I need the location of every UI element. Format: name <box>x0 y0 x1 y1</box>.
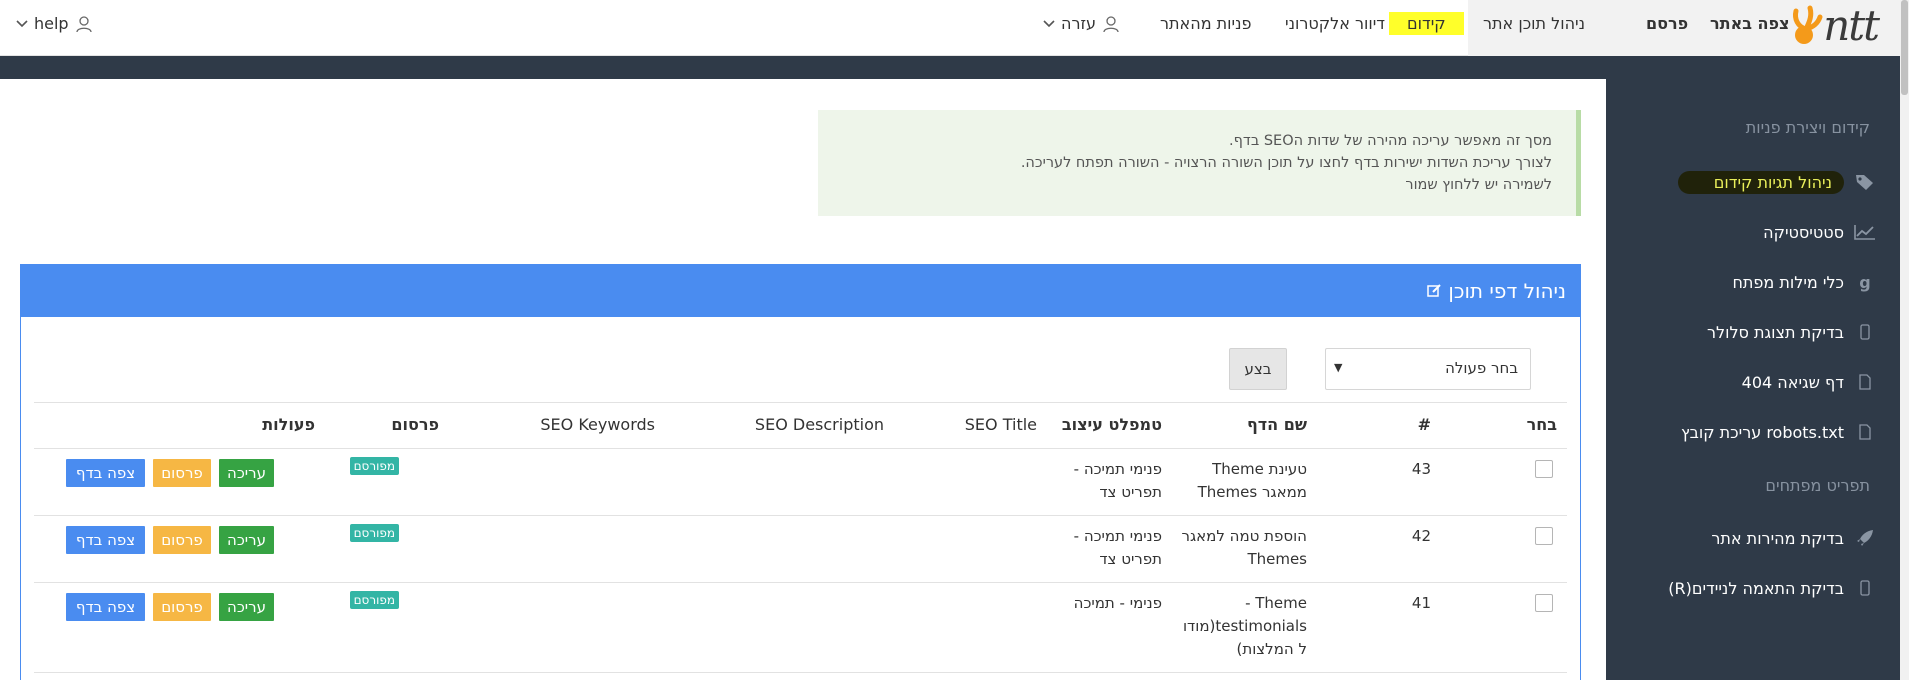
google-icon: g <box>1859 272 1871 292</box>
header-select: בחר <box>1526 415 1557 434</box>
sidebar-item-label: דף שגיאה 404 <box>1741 372 1844 392</box>
table-header-row: בחר # שם הדף טמפלט עיצוב SEO Title SEO D… <box>34 403 1567 449</box>
header-seo-description: SEO Description <box>754 415 884 434</box>
logo-hand-icon <box>1788 5 1824 53</box>
header-template: טמפלט עיצוב <box>1061 415 1162 434</box>
publish-button[interactable]: פרסום <box>153 593 211 621</box>
row-page-name[interactable]: Theme - testimonials(מודו ל המלצות) <box>1183 592 1307 661</box>
view-page-button[interactable]: צפה בדף <box>66 459 145 487</box>
publish-link[interactable]: פרסם <box>1646 14 1688 33</box>
row-checkbox[interactable] <box>1535 594 1553 612</box>
execute-button[interactable]: בצע <box>1229 348 1287 390</box>
panel-title-text: ניהול דפי תוכן <box>1448 279 1566 303</box>
sidebar-item-label: בדיקת תצוגת סלולר <box>1706 322 1844 342</box>
panel-title: ניהול דפי תוכן <box>1427 279 1566 303</box>
edit-button[interactable]: עריכה <box>219 526 274 554</box>
sidebar-item-label: כלי מילות מפתח <box>1732 272 1844 292</box>
alert-line: לשמירה יש ללחוץ שמור <box>1405 177 1552 193</box>
file-icon <box>1854 374 1876 390</box>
bulk-action-select[interactable]: בחר פעולה ▼ <box>1325 348 1531 390</box>
sidebar-section-developers: תפריט מפתחים <box>1765 476 1870 495</box>
mobile-icon <box>1854 324 1876 340</box>
select-value: בחר פעולה <box>1445 359 1518 377</box>
mobile-icon <box>1854 580 1876 596</box>
row-checkbox[interactable] <box>1535 460 1553 478</box>
sidebar-item-robots[interactable]: עריכת קובץ robots.txt <box>1606 412 1876 452</box>
view-page-button[interactable]: צפה בדף <box>66 593 145 621</box>
help-he-label: עזרה <box>1061 14 1097 33</box>
row-template[interactable]: פנימי - תמיכה <box>1074 592 1162 615</box>
chart-line-icon <box>1854 224 1876 240</box>
content-pages-table: בחר # שם הדף טמפלט עיצוב SEO Title SEO D… <box>34 402 1567 673</box>
published-badge: מפורסם <box>349 457 399 475</box>
sidebar-item-speed-test[interactable]: בדיקת מהירות אתר <box>1606 518 1876 558</box>
header-publish: פרסום <box>391 415 439 434</box>
row-template[interactable]: פנימי תמיכה - תפריט צד <box>1074 458 1162 504</box>
row-checkbox[interactable] <box>1535 527 1553 545</box>
nav-inquiries[interactable]: פניות מהאתר <box>1160 14 1252 33</box>
scrollbar-thumb[interactable] <box>1901 0 1908 95</box>
table-row[interactable]: 41 Theme - testimonials(מודו ל המלצות) פני… <box>34 583 1567 673</box>
sidebar-item-mobile-friendly[interactable]: (R)בדיקת התאמה לניידים <box>1606 568 1876 608</box>
sidebar-item-label: עריכת קובץ robots.txt <box>1680 422 1844 442</box>
rocket-icon <box>1854 529 1876 547</box>
info-alert: מסך זה מאפשר עריכה מהירה של שדות הSEO בד… <box>818 110 1581 216</box>
sidebar-item-keyword-tools[interactable]: g כלי מילות מפתח <box>1606 262 1876 302</box>
row-id: 43 <box>1411 460 1431 478</box>
chevron-down-icon <box>16 19 28 28</box>
logo-area: פרסם צפה באתר ntt <box>1606 0 1900 56</box>
view-page-button[interactable]: צפה בדף <box>66 526 145 554</box>
help-en-menu[interactable]: help <box>16 14 93 33</box>
user-icon <box>1102 15 1120 33</box>
content-pages-panel: ניהול דפי תוכן בחר פעולה ▼ בצע בחר # שם … <box>20 264 1581 680</box>
sidebar-item-label: ניהול תגיות קידום <box>1677 170 1844 194</box>
nav-promotion[interactable]: קידום <box>1389 12 1464 35</box>
sidebar-item-label: בדיקת מהירות אתר <box>1711 528 1844 548</box>
sidebar-item-404-page[interactable]: דף שגיאה 404 <box>1606 362 1876 402</box>
row-page-name[interactable]: טעינת Theme ממאגר Themes <box>1198 458 1307 504</box>
publish-button[interactable]: פרסום <box>153 459 211 487</box>
published-badge: מפורסם <box>349 591 399 609</box>
alert-line: לצורך עריכת השדות ישירות בדף לחצו על תוכ… <box>1020 155 1552 171</box>
table-row[interactable]: 42 הוספת טמה למאגר Themes פנימי תמיכה - תפ… <box>34 516 1567 583</box>
sidebar: קידום ויצירת פניות ניהול תגיות קידום סטט… <box>1606 56 1900 680</box>
row-template[interactable]: פנימי תמיכה - תפריט צד <box>1074 525 1162 571</box>
top-dark-strip <box>0 56 1606 79</box>
sidebar-item-promotion-tags[interactable]: ניהול תגיות קידום <box>1606 162 1876 202</box>
publish-button[interactable]: פרסום <box>153 526 211 554</box>
header-seo-title: SEO Title <box>964 415 1037 434</box>
table-row[interactable]: 43 טעינת Theme ממאגר Themes פנימי תמיכה -… <box>34 449 1567 516</box>
sidebar-item-statistics[interactable]: סטטיסטיקה <box>1606 212 1876 252</box>
published-badge: מפורסם <box>349 524 399 542</box>
help-en-label: help <box>34 14 69 33</box>
alert-line: מסך זה מאפשר עריכה מהירה של שדות הSEO בד… <box>1229 133 1552 149</box>
header-seo-keywords: SEO Keywords <box>540 415 655 434</box>
tag-icon <box>1854 173 1876 191</box>
help-he-menu[interactable]: עזרה <box>1043 14 1120 33</box>
edit-icon <box>1427 279 1442 303</box>
sidebar-item-mobile-view[interactable]: בדיקת תצוגת סלולר <box>1606 312 1876 352</box>
edit-button[interactable]: עריכה <box>219 593 274 621</box>
edit-button[interactable]: עריכה <box>219 459 274 487</box>
sidebar-item-label: סטטיסטיקה <box>1763 222 1844 242</box>
view-site-link[interactable]: צפה באתר <box>1710 14 1790 33</box>
logo-text: ntt <box>1823 1 1880 50</box>
logo[interactable]: ntt <box>1788 1 1880 53</box>
user-icon <box>75 15 93 33</box>
header-number: # <box>1417 415 1431 434</box>
chevron-down-icon <box>1043 19 1055 28</box>
vertical-scrollbar[interactable] <box>1900 0 1909 680</box>
header-page-name: שם הדף <box>1246 415 1307 434</box>
row-id: 41 <box>1411 594 1431 612</box>
sidebar-section-promotion: קידום ויצירת פניות <box>1745 118 1870 137</box>
sidebar-item-label: (R)בדיקת התאמה לניידים <box>1668 578 1844 598</box>
nav-content-management[interactable]: ניהול תוכן אתר <box>1483 14 1585 33</box>
caret-down-icon: ▼ <box>1334 361 1343 374</box>
row-id: 42 <box>1411 527 1431 545</box>
panel-header: ניהול דפי תוכן <box>21 265 1580 317</box>
row-page-name[interactable]: הוספת טמה למאגר Themes <box>1182 525 1308 571</box>
file-icon <box>1854 424 1876 440</box>
nav-newsletter[interactable]: דיוור אלקטרוני <box>1285 14 1385 33</box>
header-actions: פעולות <box>262 415 315 434</box>
